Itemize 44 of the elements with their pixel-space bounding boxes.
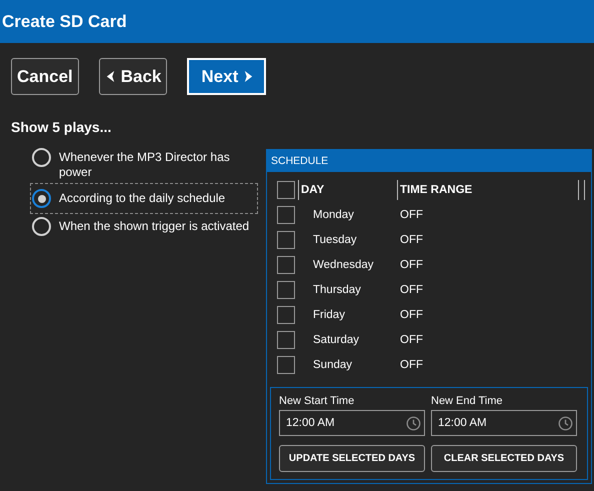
table-cell-text: Thursday <box>313 284 362 296</box>
row-checkbox[interactable] <box>277 280 295 298</box>
table-cell-text: OFF <box>400 284 424 296</box>
clock-icon <box>406 416 421 430</box>
time-field[interactable]: 12:00 AM <box>279 410 425 436</box>
window-title: Create SD Card <box>2 12 127 32</box>
column-header[interactable]: DAY <box>301 184 382 196</box>
clock-icon <box>558 416 573 430</box>
row-checkbox[interactable] <box>277 356 295 374</box>
table-cell-text: OFF <box>400 334 424 346</box>
field-label: New Start Time <box>279 395 356 407</box>
back-button[interactable]: Back <box>98 58 168 95</box>
chevron-left-icon <box>104 70 116 83</box>
chevron-right-icon <box>243 70 254 83</box>
time-field[interactable]: 12:00 AM <box>431 410 577 436</box>
column-header[interactable]: TIME RANGE <box>400 184 563 196</box>
next-button[interactable]: Next <box>187 58 266 95</box>
row-checkbox[interactable] <box>277 330 295 348</box>
radio-button[interactable] <box>32 189 51 208</box>
table-cell-text: OFF <box>400 308 424 320</box>
table-cell-text: Friday <box>313 308 346 320</box>
table-cell-text: Tuesday <box>313 234 358 246</box>
row-checkbox[interactable] <box>277 256 295 274</box>
action-button[interactable]: UPDATE SELECTED DAYS <box>279 445 425 472</box>
table-cell-text: Monday <box>313 208 355 220</box>
radio-option[interactable]: Whenever the MP3 Director has power <box>30 145 258 183</box>
select-all-checkbox[interactable] <box>277 180 295 198</box>
section-heading: Show 5 plays... <box>10 118 112 137</box>
table-cell-text: Wednesday <box>313 258 375 270</box>
table-cell-text: Saturday <box>313 334 360 346</box>
cancel-button[interactable]: Cancel <box>11 58 79 95</box>
row-checkbox[interactable] <box>277 206 295 224</box>
row-checkbox[interactable] <box>277 230 295 248</box>
table-cell-text: Sunday <box>313 358 354 370</box>
action-button[interactable]: CLEAR SELECTED DAYS <box>431 445 577 472</box>
radio-option[interactable]: When the shown trigger is activated <box>30 214 258 239</box>
field-label: New End Time <box>431 395 504 407</box>
panel-title: SCHEDULE <box>271 155 328 167</box>
table-cell-text: OFF <box>400 358 424 370</box>
table-cell-text: OFF <box>400 208 424 220</box>
table-cell-text: OFF <box>400 234 424 246</box>
table-cell-text: OFF <box>400 258 424 270</box>
radio-option[interactable]: According to the daily schedule <box>30 183 258 214</box>
row-checkbox[interactable] <box>277 306 295 324</box>
